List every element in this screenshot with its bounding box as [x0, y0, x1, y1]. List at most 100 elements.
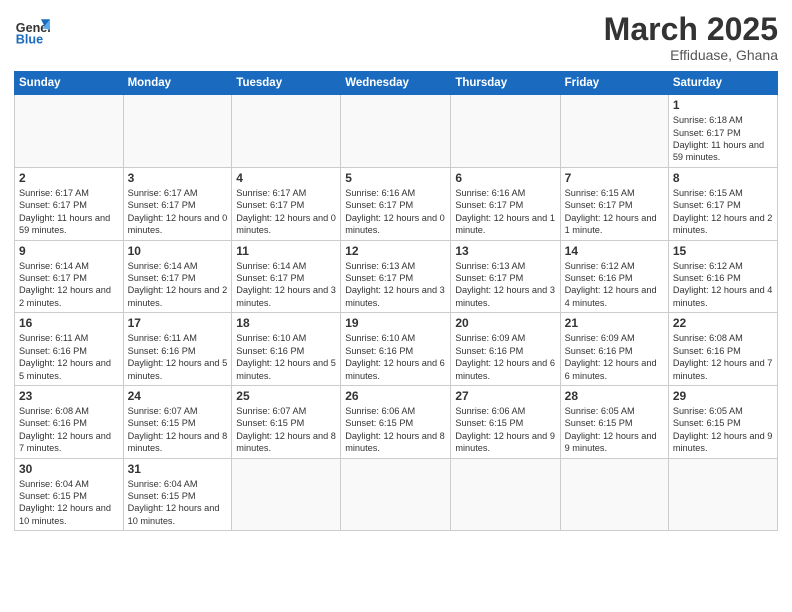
calendar-day-cell: 10 Sunrise: 6:14 AM Sunset: 6:17 PM Dayli…	[123, 240, 232, 313]
title-block: March 2025 Effiduase, Ghana	[604, 12, 778, 63]
day-info: Sunrise: 6:16 AM Sunset: 6:17 PM Dayligh…	[345, 187, 446, 237]
calendar-day-cell: 2 Sunrise: 6:17 AM Sunset: 6:17 PM Daylig…	[15, 167, 124, 240]
calendar-day-cell	[341, 458, 451, 531]
day-info: Sunrise: 6:10 AM Sunset: 6:16 PM Dayligh…	[236, 332, 336, 382]
calendar-day-cell: 12 Sunrise: 6:13 AM Sunset: 6:17 PM Dayli…	[341, 240, 451, 313]
day-info: Sunrise: 6:06 AM Sunset: 6:15 PM Dayligh…	[455, 405, 555, 455]
calendar-day-cell: 9 Sunrise: 6:14 AM Sunset: 6:17 PM Daylig…	[15, 240, 124, 313]
calendar-day-cell: 30 Sunrise: 6:04 AM Sunset: 6:15 PM Dayli…	[15, 458, 124, 531]
day-number: 9	[19, 244, 119, 258]
day-number: 20	[455, 316, 555, 330]
calendar-day-cell: 3Sunrise: 6:17 AM Sunset: 6:17 PM Daylig…	[123, 167, 232, 240]
day-number: 7	[565, 171, 664, 185]
day-info: Sunrise: 6:05 AM Sunset: 6:15 PM Dayligh…	[565, 405, 664, 455]
calendar-day-cell: 27 Sunrise: 6:06 AM Sunset: 6:15 PM Dayli…	[451, 385, 560, 458]
day-info: Sunrise: 6:10 AM Sunset: 6:16 PM Dayligh…	[345, 332, 446, 382]
calendar-header-row: SundayMondayTuesdayWednesdayThursdayFrid…	[15, 72, 778, 95]
day-number: 24	[128, 389, 228, 403]
calendar-day-cell: 5Sunrise: 6:16 AM Sunset: 6:17 PM Daylig…	[341, 167, 451, 240]
day-number: 17	[128, 316, 228, 330]
day-info: Sunrise: 6:04 AM Sunset: 6:15 PM Dayligh…	[19, 478, 119, 528]
calendar-week-row: 2 Sunrise: 6:17 AM Sunset: 6:17 PM Daylig…	[15, 167, 778, 240]
calendar-day-cell: 19 Sunrise: 6:10 AM Sunset: 6:16 PM Dayli…	[341, 313, 451, 386]
day-info: Sunrise: 6:14 AM Sunset: 6:17 PM Dayligh…	[128, 260, 228, 310]
day-header-friday: Friday	[560, 72, 668, 95]
calendar-day-cell: 11Sunrise: 6:14 AM Sunset: 6:17 PM Dayli…	[232, 240, 341, 313]
day-info: Sunrise: 6:08 AM Sunset: 6:16 PM Dayligh…	[19, 405, 119, 455]
logo-icon: General Blue	[14, 12, 50, 48]
calendar-day-cell: 20Sunrise: 6:09 AM Sunset: 6:16 PM Dayli…	[451, 313, 560, 386]
day-info: Sunrise: 6:04 AM Sunset: 6:15 PM Dayligh…	[128, 478, 228, 528]
calendar-day-cell: 1Sunrise: 6:18 AM Sunset: 6:17 PM Daylig…	[668, 95, 777, 168]
day-header-sunday: Sunday	[15, 72, 124, 95]
day-number: 22	[673, 316, 773, 330]
calendar-day-cell	[232, 95, 341, 168]
calendar-week-row: 9 Sunrise: 6:14 AM Sunset: 6:17 PM Daylig…	[15, 240, 778, 313]
day-info: Sunrise: 6:12 AM Sunset: 6:16 PM Dayligh…	[565, 260, 664, 310]
calendar-day-cell: 28Sunrise: 6:05 AM Sunset: 6:15 PM Dayli…	[560, 385, 668, 458]
calendar-day-cell	[15, 95, 124, 168]
day-number: 13	[455, 244, 555, 258]
day-info: Sunrise: 6:15 AM Sunset: 6:17 PM Dayligh…	[565, 187, 664, 237]
day-info: Sunrise: 6:14 AM Sunset: 6:17 PM Dayligh…	[19, 260, 119, 310]
calendar-day-cell: 23 Sunrise: 6:08 AM Sunset: 6:16 PM Dayli…	[15, 385, 124, 458]
calendar-day-cell	[560, 95, 668, 168]
day-number: 2	[19, 171, 119, 185]
calendar-week-row: 1Sunrise: 6:18 AM Sunset: 6:17 PM Daylig…	[15, 95, 778, 168]
calendar-day-cell: 29 Sunrise: 6:05 AM Sunset: 6:15 PM Dayli…	[668, 385, 777, 458]
calendar-day-cell: 16Sunrise: 6:11 AM Sunset: 6:16 PM Dayli…	[15, 313, 124, 386]
day-info: Sunrise: 6:11 AM Sunset: 6:16 PM Dayligh…	[128, 332, 228, 382]
calendar-day-cell: 24 Sunrise: 6:07 AM Sunset: 6:15 PM Dayli…	[123, 385, 232, 458]
day-number: 12	[345, 244, 446, 258]
day-info: Sunrise: 6:17 AM Sunset: 6:17 PM Dayligh…	[19, 187, 119, 237]
day-info: Sunrise: 6:12 AM Sunset: 6:16 PM Dayligh…	[673, 260, 773, 310]
day-number: 31	[128, 462, 228, 476]
day-number: 18	[236, 316, 336, 330]
calendar-day-cell: 4Sunrise: 6:17 AM Sunset: 6:17 PM Daylig…	[232, 167, 341, 240]
calendar-week-row: 23 Sunrise: 6:08 AM Sunset: 6:16 PM Dayli…	[15, 385, 778, 458]
calendar-day-cell: 14Sunrise: 6:12 AM Sunset: 6:16 PM Dayli…	[560, 240, 668, 313]
day-info: Sunrise: 6:07 AM Sunset: 6:15 PM Dayligh…	[236, 405, 336, 455]
day-info: Sunrise: 6:06 AM Sunset: 6:15 PM Dayligh…	[345, 405, 446, 455]
day-info: Sunrise: 6:07 AM Sunset: 6:15 PM Dayligh…	[128, 405, 228, 455]
day-number: 23	[19, 389, 119, 403]
day-header-saturday: Saturday	[668, 72, 777, 95]
location: Effiduase, Ghana	[604, 47, 778, 63]
calendar-day-cell	[451, 458, 560, 531]
day-header-tuesday: Tuesday	[232, 72, 341, 95]
day-number: 16	[19, 316, 119, 330]
calendar-week-row: 16 Sunrise: 6:11 AM Sunset: 6:16 PM Dayli…	[15, 313, 778, 386]
calendar-day-cell: 26 Sunrise: 6:06 AM Sunset: 6:15 PM Dayli…	[341, 385, 451, 458]
day-number: 15	[673, 244, 773, 258]
day-number: 29	[673, 389, 773, 403]
calendar-day-cell: 8Sunrise: 6:15 AM Sunset: 6:17 PM Daylig…	[668, 167, 777, 240]
calendar-day-cell	[232, 458, 341, 531]
calendar-day-cell: 7 Sunrise: 6:15 AM Sunset: 6:17 PM Daylig…	[560, 167, 668, 240]
day-info: Sunrise: 6:15 AM Sunset: 6:17 PM Dayligh…	[673, 187, 773, 237]
day-number: 21	[565, 316, 664, 330]
day-number: 30	[19, 462, 119, 476]
calendar-page: General Blue March 2025 Effiduase, Ghana…	[0, 0, 792, 612]
day-info: Sunrise: 6:13 AM Sunset: 6:17 PM Dayligh…	[345, 260, 446, 310]
calendar-day-cell: 21 Sunrise: 6:09 AM Sunset: 6:16 PM Dayli…	[560, 313, 668, 386]
calendar-day-cell	[123, 95, 232, 168]
svg-text:Blue: Blue	[16, 33, 43, 47]
header: General Blue March 2025 Effiduase, Ghana	[14, 12, 778, 63]
day-info: Sunrise: 6:17 AM Sunset: 6:17 PM Dayligh…	[236, 187, 336, 237]
day-info: Sunrise: 6:18 AM Sunset: 6:17 PM Dayligh…	[673, 114, 773, 164]
day-info: Sunrise: 6:14 AM Sunset: 6:17 PM Dayligh…	[236, 260, 336, 310]
day-info: Sunrise: 6:09 AM Sunset: 6:16 PM Dayligh…	[565, 332, 664, 382]
calendar-table: SundayMondayTuesdayWednesdayThursdayFrid…	[14, 71, 778, 531]
calendar-day-cell: 18 Sunrise: 6:10 AM Sunset: 6:16 PM Dayli…	[232, 313, 341, 386]
day-number: 19	[345, 316, 446, 330]
day-info: Sunrise: 6:08 AM Sunset: 6:16 PM Dayligh…	[673, 332, 773, 382]
logo: General Blue	[14, 12, 50, 48]
day-info: Sunrise: 6:17 AM Sunset: 6:17 PM Dayligh…	[128, 187, 228, 237]
day-number: 26	[345, 389, 446, 403]
day-info: Sunrise: 6:16 AM Sunset: 6:17 PM Dayligh…	[455, 187, 555, 237]
day-number: 25	[236, 389, 336, 403]
calendar-day-cell	[668, 458, 777, 531]
day-number: 10	[128, 244, 228, 258]
day-info: Sunrise: 6:05 AM Sunset: 6:15 PM Dayligh…	[673, 405, 773, 455]
day-number: 27	[455, 389, 555, 403]
